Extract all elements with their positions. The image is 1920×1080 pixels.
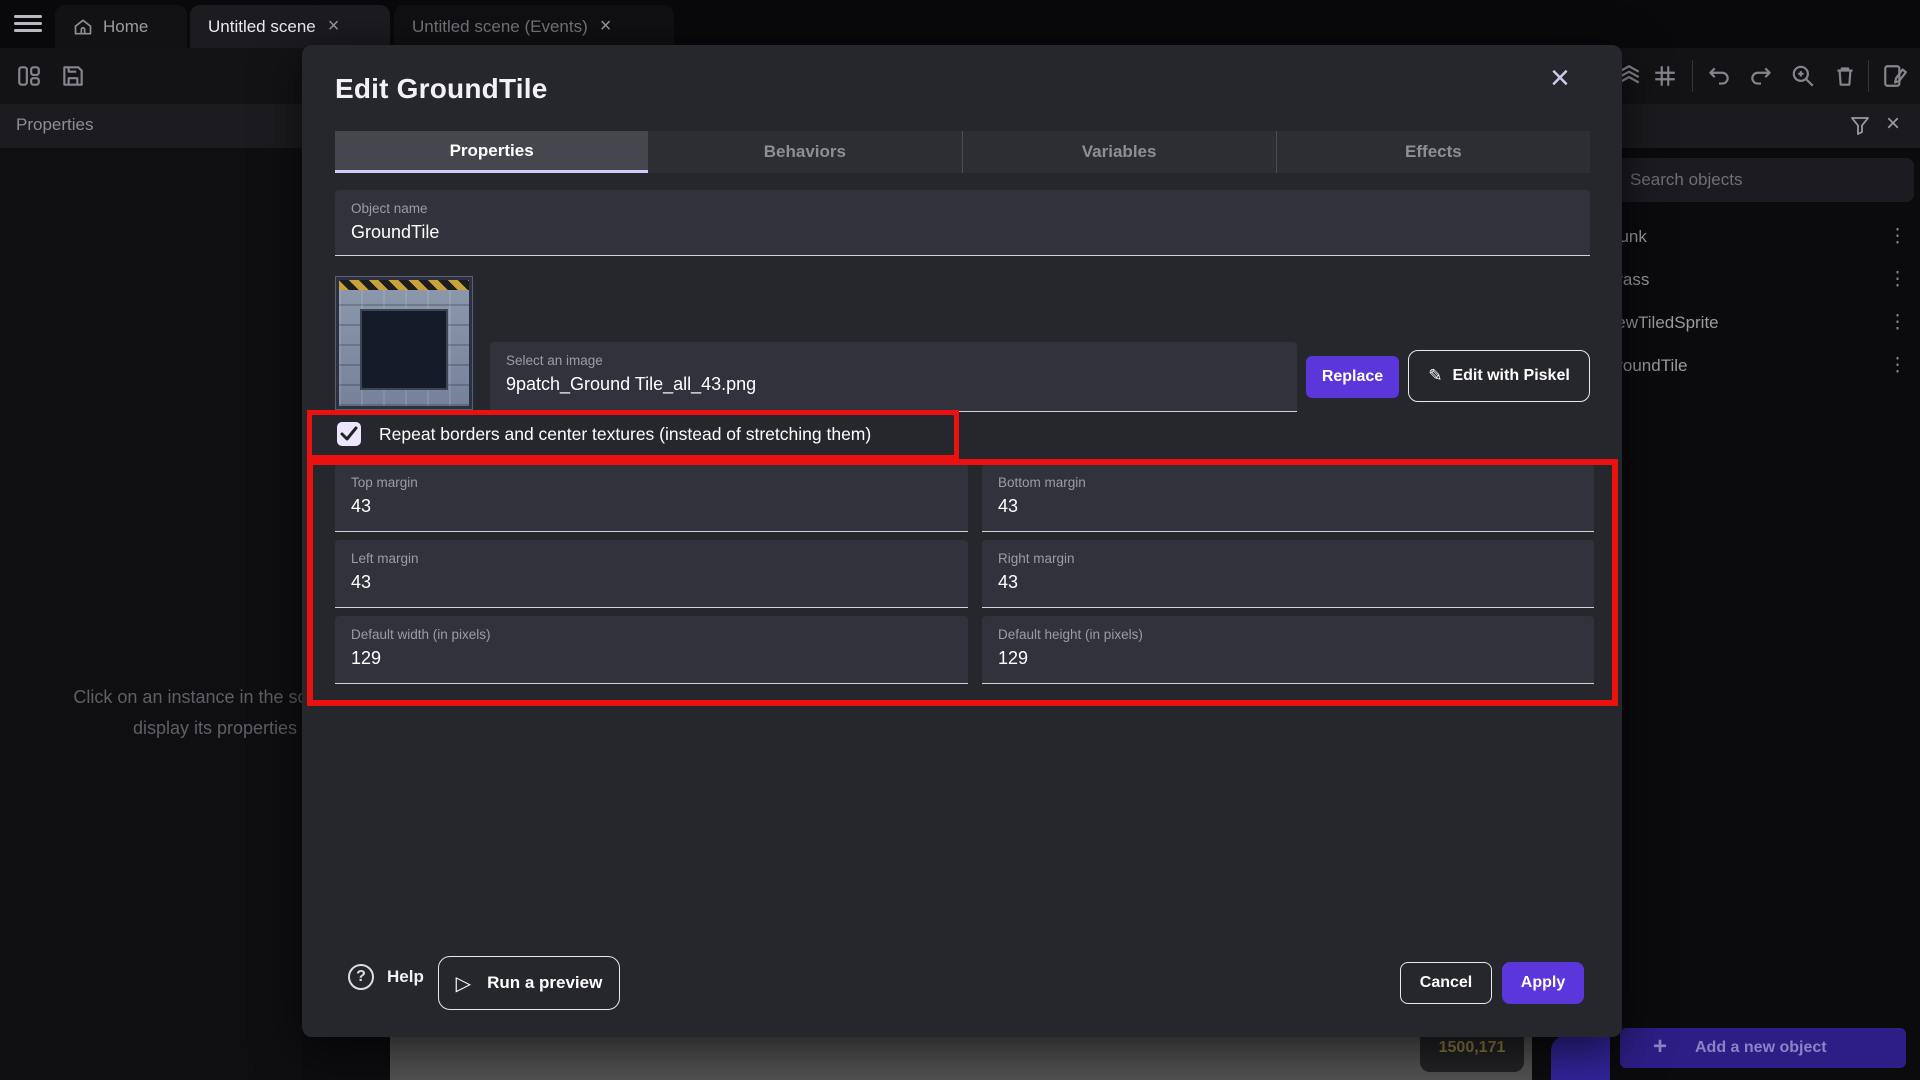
- object-name-field[interactable]: Object name: [335, 190, 1590, 256]
- edit-object-dialog: Edit GroundTile × Properties Behaviors V…: [302, 45, 1622, 1037]
- close-panel-icon[interactable]: ×: [1886, 110, 1900, 138]
- kebab-menu-icon[interactable]: ⋮: [1888, 268, 1907, 291]
- filter-icon[interactable]: [1848, 114, 1872, 138]
- kebab-menu-icon[interactable]: ⋮: [1888, 311, 1907, 334]
- object-list-item[interactable]: GroundTile ⋮: [1604, 345, 1920, 388]
- right-margin-field[interactable]: Right margin: [982, 540, 1594, 608]
- toolbar-divider: [1868, 60, 1869, 92]
- tab-label: Home: [103, 17, 148, 37]
- canvas-corner-button[interactable]: [1551, 1035, 1613, 1080]
- tab-properties[interactable]: Properties: [335, 131, 648, 173]
- save-icon[interactable]: [60, 63, 86, 89]
- bottom-margin-field[interactable]: Bottom margin: [982, 464, 1594, 532]
- tab-behaviors[interactable]: Behaviors: [648, 131, 961, 173]
- kebab-menu-icon[interactable]: ⋮: [1888, 225, 1907, 248]
- default-width-input[interactable]: [351, 648, 952, 669]
- toolbar-divider: [1692, 60, 1693, 92]
- search-objects-input[interactable]: [1616, 158, 1914, 202]
- objects-panel-header: ×: [1610, 104, 1920, 148]
- properties-panel: Properties Click on an instance in the s…: [0, 104, 302, 1080]
- edit-with-piskel-button[interactable]: ✎ Edit with Piskel: [1408, 350, 1590, 402]
- question-icon: ?: [348, 964, 374, 990]
- top-margin-input[interactable]: [351, 496, 952, 517]
- tab-home[interactable]: Home: [55, 5, 187, 48]
- events-sheet-icon[interactable]: [1882, 63, 1908, 89]
- redo-icon[interactable]: [1748, 63, 1774, 89]
- main-menu-icon[interactable]: [14, 15, 42, 33]
- close-dialog-icon[interactable]: ×: [1550, 61, 1570, 95]
- stone-frame: [339, 290, 469, 406]
- left-margin-input[interactable]: [351, 572, 952, 593]
- close-tab-icon[interactable]: ×: [598, 15, 614, 38]
- tab-variables[interactable]: Variables: [962, 131, 1276, 173]
- object-list-item[interactable]: NewTiledSprite ⋮: [1604, 302, 1920, 345]
- objects-panel: × Trunk ⋮ Grass ⋮ NewTiledSprite ⋮ Groun…: [1610, 104, 1920, 1080]
- repeat-borders-row: Repeat borders and center textures (inst…: [335, 421, 1235, 451]
- tab-untitled-scene[interactable]: Untitled scene ×: [190, 5, 390, 48]
- run-preview-button[interactable]: ▷ Run a preview: [438, 956, 620, 1010]
- default-height-field[interactable]: Default height (in pixels): [982, 616, 1594, 684]
- top-margin-field[interactable]: Top margin: [335, 464, 968, 532]
- play-icon: ▷: [456, 971, 471, 996]
- pencil-icon: ✎: [1428, 366, 1442, 386]
- checkbox-label: Repeat borders and center textures (inst…: [379, 424, 871, 445]
- help-button[interactable]: ? Help: [348, 962, 424, 992]
- hazard-stripe: [339, 280, 469, 290]
- grid-icon[interactable]: [1652, 63, 1678, 89]
- panel-title: Properties: [16, 115, 93, 135]
- object-name-input[interactable]: [351, 222, 1574, 243]
- bottom-margin-input[interactable]: [998, 496, 1578, 517]
- add-new-object-button[interactable]: + Add a new object: [1620, 1028, 1906, 1068]
- cancel-button[interactable]: Cancel: [1400, 962, 1492, 1004]
- tab-effects[interactable]: Effects: [1276, 131, 1590, 173]
- properties-panel-header: Properties: [0, 104, 302, 148]
- object-list-item[interactable]: Grass ⋮: [1604, 259, 1920, 302]
- tile-image-thumbnail[interactable]: [335, 276, 473, 410]
- default-width-field[interactable]: Default width (in pixels): [335, 616, 968, 684]
- zoom-in-icon[interactable]: [1790, 63, 1816, 89]
- dialog-tab-bar: Properties Behaviors Variables Effects: [335, 131, 1590, 173]
- tab-untitled-scene-events[interactable]: Untitled scene (Events) ×: [394, 5, 674, 48]
- tab-label: Untitled scene (Events): [412, 17, 588, 37]
- close-tab-icon[interactable]: ×: [326, 15, 342, 38]
- image-filename-input[interactable]: [506, 374, 1281, 395]
- trash-icon[interactable]: [1832, 63, 1858, 89]
- left-margin-field[interactable]: Left margin: [335, 540, 968, 608]
- repeat-borders-checkbox[interactable]: [337, 422, 361, 446]
- plus-icon: +: [1653, 1033, 1667, 1061]
- object-list-item[interactable]: Trunk ⋮: [1604, 216, 1920, 259]
- select-image-field[interactable]: Select an image: [490, 342, 1297, 412]
- search-objects-box[interactable]: [1616, 158, 1914, 202]
- top-tab-bar: Home Untitled scene × Untitled scene (Ev…: [0, 0, 1920, 48]
- home-icon: [73, 17, 93, 37]
- tab-label: Untitled scene: [208, 17, 316, 37]
- dialog-title: Edit GroundTile: [335, 73, 547, 105]
- apply-button[interactable]: Apply: [1502, 962, 1584, 1004]
- undo-icon[interactable]: [1706, 63, 1732, 89]
- kebab-menu-icon[interactable]: ⋮: [1888, 354, 1907, 377]
- replace-button[interactable]: Replace: [1306, 356, 1399, 398]
- open-editors-panel-icon[interactable]: [16, 63, 42, 89]
- right-margin-input[interactable]: [998, 572, 1578, 593]
- gdevelop-app: Home Untitled scene × Untitled scene (Ev…: [0, 0, 1920, 1080]
- default-height-input[interactable]: [998, 648, 1578, 669]
